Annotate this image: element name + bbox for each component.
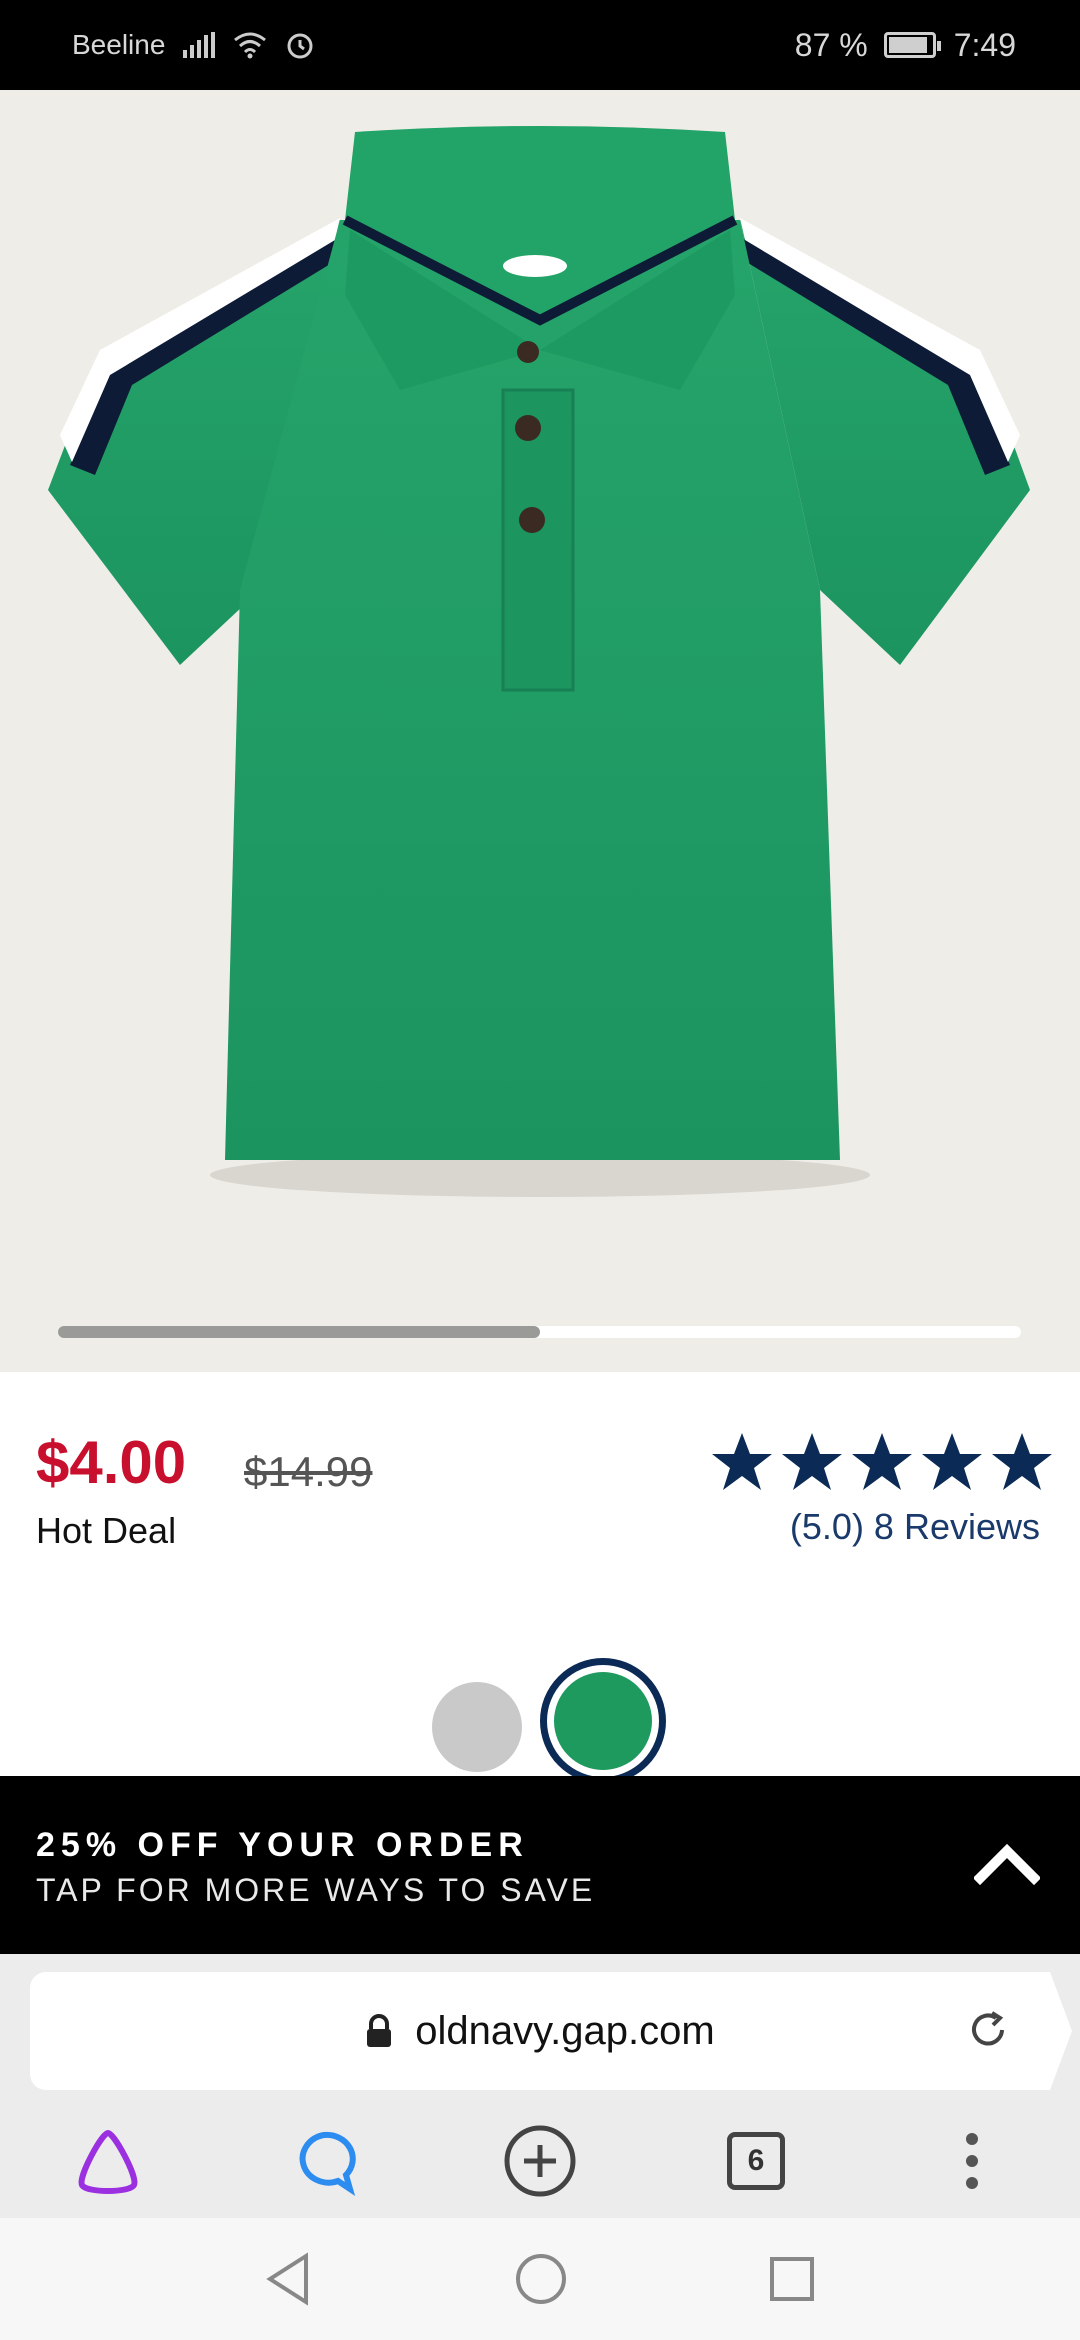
promo-subtitle: TAP FOR MORE WAYS TO SAVE	[36, 1872, 596, 1908]
tabs-count: 6	[727, 2132, 785, 2190]
signal-icon	[183, 32, 216, 58]
address-pointer	[1030, 1972, 1072, 2090]
star-icon	[992, 1433, 1052, 1490]
clock: 7:49	[953, 26, 1016, 63]
price-section: $4.00 $14.99 Hot Deal (5.0) 8 Reviews	[0, 1372, 1080, 1784]
swatch-gray[interactable]	[432, 1682, 522, 1772]
swatch-green-selected[interactable]	[540, 1658, 666, 1784]
star-icon	[852, 1433, 912, 1490]
tabs-button[interactable]: 6	[716, 2121, 796, 2201]
alice-icon	[78, 2129, 138, 2194]
plus-circle-icon	[504, 2125, 576, 2197]
lock-icon	[367, 2014, 392, 2047]
alarm-icon	[287, 33, 313, 59]
back-icon[interactable]	[264, 2252, 314, 2306]
address-bar[interactable]: oldnavy.gap.com	[30, 1972, 1050, 2090]
star-icon	[782, 1433, 842, 1490]
promo-banner[interactable]: 25% OFF YOUR ORDER TAP FOR MORE WAYS TO …	[0, 1776, 1080, 1954]
current-price: $4.00	[36, 1429, 187, 1496]
status-left: Beeline	[72, 29, 315, 61]
home-icon[interactable]	[514, 2252, 568, 2306]
url-text: oldnavy.gap.com	[415, 2008, 715, 2053]
carrier-name: Beeline	[72, 29, 166, 60]
chat-button[interactable]	[284, 2121, 364, 2201]
battery-icon	[883, 32, 941, 58]
wifi-icon	[234, 32, 267, 59]
product-image[interactable]	[0, 90, 1080, 1372]
system-nav-bar	[0, 2218, 1080, 2340]
menu-button[interactable]	[932, 2121, 1012, 2201]
star-icon	[712, 1433, 772, 1490]
alice-assistant-button[interactable]	[68, 2121, 148, 2201]
chat-bubble-icon	[299, 2131, 356, 2197]
polo-shirt-illustration	[48, 126, 1030, 1197]
color-swatches	[0, 1644, 1080, 1784]
status-bar: Beeline 87 % 7:49	[0, 0, 1080, 90]
chevron-up-icon[interactable]	[974, 1832, 1040, 1898]
promo-title: 25% OFF YOUR ORDER	[36, 1826, 529, 1864]
new-tab-button[interactable]	[500, 2121, 580, 2201]
recents-icon[interactable]	[768, 2255, 816, 2303]
status-right: 87 % 7:49	[795, 27, 1016, 64]
browser-toolbar: 6	[0, 2104, 1080, 2218]
battery-percent: 87 %	[794, 26, 868, 63]
more-vertical-icon	[966, 2133, 978, 2189]
star-icon	[922, 1433, 982, 1490]
rating-stars[interactable]	[710, 1430, 1054, 1494]
browser-bar: oldnavy.gap.com 6	[0, 1954, 1080, 2218]
deal-label: Hot Deal	[36, 1510, 177, 1551]
original-price: $14.99	[244, 1448, 373, 1495]
swatch-green-fill	[554, 1672, 652, 1770]
carousel-progress	[58, 1326, 540, 1338]
reviews-link[interactable]: (5.0) 8 Reviews	[790, 1506, 1040, 1548]
reload-icon[interactable]	[968, 2010, 1010, 2052]
